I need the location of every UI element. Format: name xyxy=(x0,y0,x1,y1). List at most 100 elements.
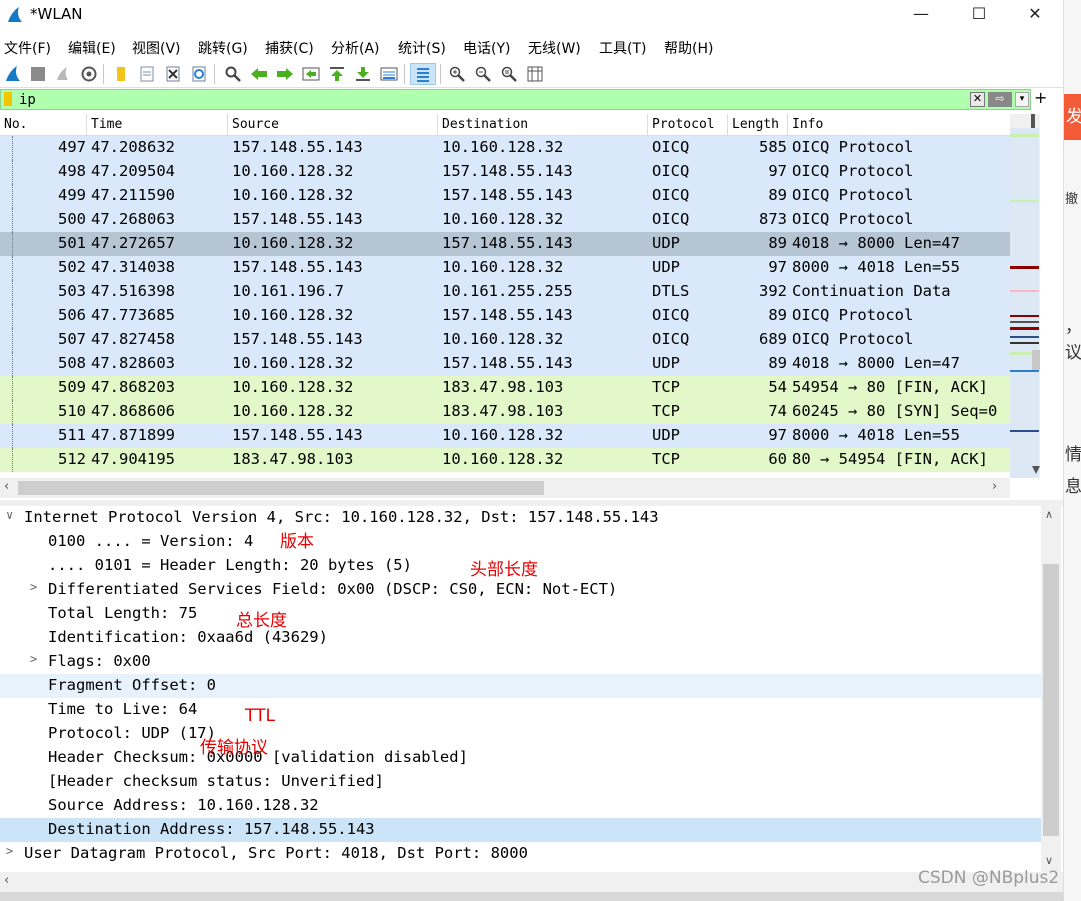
packet-row[interactable]: 506 47.773685 10.160.128.32 157.148.55.143 O… xyxy=(0,304,1010,328)
detail-tree-item[interactable]: Header Checksum: 0x0000 [validation disa… xyxy=(0,746,1041,770)
packet-row[interactable]: 499 47.211590 10.160.128.32 157.148.55.143 O… xyxy=(0,184,1010,208)
detail-tree-item[interactable]: Identification: 0xaa6d (43629) xyxy=(0,626,1041,650)
column-header-destination[interactable]: Destination xyxy=(438,114,648,136)
packet-row[interactable]: 512 47.904195 183.47.98.103 10.160.128.32 TC… xyxy=(0,448,1010,472)
detail-tree-item[interactable]: Fragment Offset: 0 xyxy=(0,674,1041,698)
go-to-packet-icon[interactable] xyxy=(300,63,322,85)
detail-tree-item[interactable]: > Differentiated Services Field: 0x00 (DS… xyxy=(0,578,1041,602)
menu-wireless[interactable]: 无线(W) xyxy=(528,38,581,58)
autoscroll-icon[interactable] xyxy=(378,63,400,85)
save-file-icon[interactable] xyxy=(136,63,158,85)
detail-tree-item[interactable]: 0100 .... = Version: 4 xyxy=(0,530,1041,554)
scroll-left-icon[interactable]: ‹ xyxy=(4,873,9,888)
open-file-icon[interactable] xyxy=(110,63,132,85)
filter-bookmark-icon[interactable] xyxy=(4,92,12,106)
restart-capture-icon[interactable] xyxy=(52,63,74,85)
normal-size-icon[interactable] xyxy=(498,63,520,85)
column-header-no[interactable]: No. xyxy=(0,114,87,136)
packet-list-scroll-thumb[interactable] xyxy=(18,481,544,495)
menu-file[interactable]: 文件(F) xyxy=(4,38,51,58)
scroll-up-icon[interactable]: ∧ xyxy=(1045,508,1053,521)
chevron-down-icon[interactable]: ∨ xyxy=(6,508,13,522)
filter-history-dropdown-icon[interactable]: ▾ xyxy=(1015,92,1029,107)
page-fragment-text: 息 xyxy=(1065,477,1081,497)
menu-view[interactable]: 视图(V) xyxy=(132,38,181,58)
detail-tree-item[interactable]: Time to Live: 64 xyxy=(0,698,1041,722)
menu-analyze[interactable]: 分析(A) xyxy=(331,38,380,58)
zoom-out-icon[interactable] xyxy=(472,63,494,85)
go-forward-arrow-icon[interactable] xyxy=(274,63,296,85)
display-filter-input[interactable] xyxy=(19,91,959,108)
detail-tree-item[interactable]: > Flags: 0x00 xyxy=(0,650,1041,674)
zoom-in-icon[interactable] xyxy=(446,63,468,85)
column-header-protocol[interactable]: Protocol xyxy=(648,114,728,136)
detail-tree-item[interactable]: Source Address: 10.160.128.32 xyxy=(0,794,1041,818)
find-packet-search-icon[interactable] xyxy=(222,63,244,85)
close-button[interactable]: ✕ xyxy=(1006,0,1064,30)
menu-telephony[interactable]: 电话(Y) xyxy=(463,38,510,58)
scroll-left-icon[interactable]: ‹ xyxy=(4,479,9,494)
packet-info: 4018 → 8000 Len=47 xyxy=(792,234,960,252)
packet-list-horizontal-scrollbar[interactable]: ‹ › xyxy=(0,478,1010,498)
detail-tree-item[interactable]: Destination Address: 157.148.55.143 xyxy=(0,818,1041,842)
packet-row[interactable]: 508 47.828603 10.160.128.32 157.148.55.143 U… xyxy=(0,352,1010,376)
packet-info: 54954 → 80 [FIN, ACK] xyxy=(792,378,988,396)
menu-capture[interactable]: 捕获(C) xyxy=(265,38,314,58)
scroll-down-icon[interactable]: ∨ xyxy=(1045,854,1053,867)
packet-row[interactable]: 500 47.268063 157.148.55.143 10.160.128.32 O… xyxy=(0,208,1010,232)
go-back-arrow-icon[interactable] xyxy=(248,63,270,85)
chevron-right-icon[interactable]: > xyxy=(30,652,37,666)
packet-minimap[interactable] xyxy=(1010,114,1040,478)
chevron-right-icon[interactable]: > xyxy=(30,580,37,594)
packet-info: 8000 → 4018 Len=55 xyxy=(792,258,960,276)
close-file-icon[interactable] xyxy=(162,63,184,85)
details-scroll-thumb[interactable] xyxy=(1043,564,1059,836)
column-header-info[interactable]: Info xyxy=(788,114,1010,136)
publish-button[interactable]: 发 xyxy=(1064,94,1081,140)
colorize-icon[interactable] xyxy=(410,63,436,85)
packet-row[interactable]: 502 47.314038 157.148.55.143 10.160.128.32 U… xyxy=(0,256,1010,280)
stop-capture-icon[interactable] xyxy=(27,63,49,85)
packet-row[interactable]: 501 47.272657 10.160.128.32 157.148.55.143 U… xyxy=(0,232,1010,256)
annotation-version: 版本 xyxy=(280,532,314,552)
detail-tree-item[interactable]: [Header checksum status: Unverified] xyxy=(0,770,1041,794)
maximize-button[interactable]: ☐ xyxy=(950,0,1008,30)
clear-filter-icon[interactable]: ✕ xyxy=(970,92,985,107)
packet-row[interactable]: 497 47.208632 157.148.55.143 10.160.128.32 O… xyxy=(0,136,1010,160)
resize-columns-icon[interactable] xyxy=(524,63,546,85)
detail-tree-item[interactable]: Protocol: UDP (17) xyxy=(0,722,1041,746)
details-vertical-scrollbar[interactable]: ∧ ∨ xyxy=(1041,506,1061,872)
detail-tree-item[interactable]: Total Length: 75 xyxy=(0,602,1041,626)
apply-filter-arrow-icon[interactable]: ⇨ xyxy=(988,92,1012,107)
packet-row[interactable]: 509 47.868203 10.160.128.32 183.47.98.103 TC… xyxy=(0,376,1010,400)
packet-row[interactable]: 511 47.871899 157.148.55.143 10.160.128.32 U… xyxy=(0,424,1010,448)
packet-row[interactable]: 503 47.516398 10.161.196.7 10.161.255.255 DT… xyxy=(0,280,1010,304)
menu-statistics[interactable]: 统计(S) xyxy=(398,38,446,58)
packet-row[interactable]: 510 47.868606 10.160.128.32 183.47.98.103 TC… xyxy=(0,400,1010,424)
capture-options-gear-icon[interactable] xyxy=(78,63,100,85)
packet-list: 497 47.208632 157.148.55.143 10.160.128.32 O… xyxy=(0,136,1010,478)
column-header-time[interactable]: Time xyxy=(87,114,228,136)
packet-row[interactable]: 498 47.209504 10.160.128.32 157.148.55.143 O… xyxy=(0,160,1010,184)
column-header-length[interactable]: Length xyxy=(728,114,788,136)
detail-tree-item[interactable]: > User Datagram Protocol, Src Port: 4018,… xyxy=(0,842,1041,866)
start-capture-icon[interactable] xyxy=(2,63,24,85)
detail-tree-item[interactable]: ∨ Internet Protocol Version 4, Src: 10.16… xyxy=(0,506,1041,530)
menu-tools[interactable]: 工具(T) xyxy=(599,38,646,58)
column-header-source[interactable]: Source xyxy=(228,114,438,136)
first-packet-icon[interactable] xyxy=(326,63,348,85)
add-filter-button-plus-icon[interactable]: + xyxy=(1034,88,1047,107)
last-packet-icon[interactable] xyxy=(352,63,374,85)
menu-help[interactable]: 帮助(H) xyxy=(664,38,713,58)
packet-length: 689 xyxy=(759,330,787,348)
display-filter-bar: ✕ ⇨ ▾ xyxy=(0,89,1031,110)
menu-go[interactable]: 跳转(G) xyxy=(198,38,248,58)
scroll-right-icon[interactable]: › xyxy=(992,479,997,494)
reload-file-icon[interactable] xyxy=(188,63,210,85)
packet-row[interactable]: 507 47.827458 157.148.55.143 10.160.128.32 O… xyxy=(0,328,1010,352)
minimize-button[interactable]: — xyxy=(892,0,950,30)
menu-edit[interactable]: 编辑(E) xyxy=(68,38,116,58)
details-horizontal-scrollbar[interactable]: ‹ xyxy=(0,872,1063,892)
detail-tree-text: 0100 .... = Version: 4 xyxy=(48,532,254,550)
chevron-right-icon[interactable]: > xyxy=(6,844,13,858)
